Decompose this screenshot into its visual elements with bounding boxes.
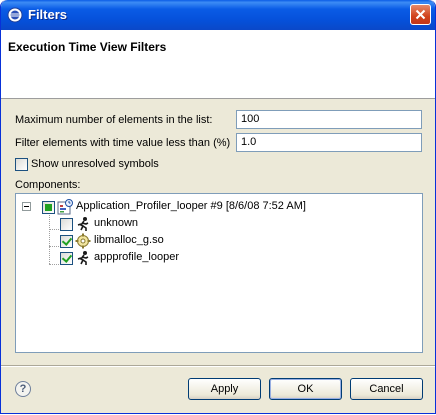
time-filter-label: Filter elements with time value less tha… bbox=[15, 137, 231, 149]
tree-item-checkbox[interactable] bbox=[60, 252, 73, 265]
help-icon[interactable]: ? bbox=[15, 381, 31, 397]
tree-item-checkbox[interactable] bbox=[60, 235, 73, 248]
max-elements-input[interactable]: 100 bbox=[236, 110, 422, 129]
dialog-header: Execution Time View Filters bbox=[1, 30, 435, 99]
tree-root-item[interactable]: Application_Profiler_looper #9 [8/6/08 7… bbox=[16, 199, 416, 215]
tree-item-unknown[interactable]: unknown bbox=[16, 216, 416, 232]
show-unresolved-label[interactable]: Show unresolved symbols bbox=[31, 158, 159, 170]
components-label: Components: bbox=[15, 179, 81, 191]
max-elements-label: Maximum number of elements in the list: bbox=[15, 114, 213, 126]
tree-item-label: libmalloc_g.so bbox=[94, 234, 164, 246]
runner-icon bbox=[77, 251, 89, 265]
runner-icon bbox=[77, 217, 89, 231]
close-button[interactable] bbox=[410, 4, 431, 25]
tree-item-checkbox[interactable] bbox=[60, 218, 73, 231]
tree-item-appprofile-looper[interactable]: appprofile_looper bbox=[16, 250, 416, 266]
tree-item-label: appprofile_looper bbox=[94, 251, 180, 263]
dialog-heading: Execution Time View Filters bbox=[8, 40, 167, 54]
filters-dialog: Filters Execution Time View Filters Maxi… bbox=[0, 0, 436, 414]
close-icon bbox=[415, 9, 426, 20]
tree-item-libmalloc[interactable]: libmalloc_g.so bbox=[16, 233, 416, 249]
tree-root-label: Application_Profiler_looper #9 [8/6/08 7… bbox=[76, 200, 306, 212]
footer-divider-highlight bbox=[1, 366, 435, 367]
eclipse-app-icon bbox=[7, 7, 23, 23]
window-title: Filters bbox=[28, 7, 68, 22]
apply-button[interactable]: Apply bbox=[188, 378, 261, 400]
profiler-session-icon bbox=[57, 199, 73, 215]
title-bar[interactable]: Filters bbox=[1, 0, 435, 30]
cancel-button[interactable]: Cancel bbox=[350, 378, 423, 400]
time-filter-input[interactable]: 1.0 bbox=[236, 133, 422, 152]
tree-root-checkbox[interactable] bbox=[42, 201, 55, 214]
ok-button[interactable]: OK bbox=[269, 378, 342, 400]
show-unresolved-checkbox[interactable] bbox=[15, 158, 28, 171]
tree-item-label: unknown bbox=[94, 217, 139, 229]
gear-icon bbox=[75, 233, 91, 249]
components-tree[interactable]: Application_Profiler_looper #9 [8/6/08 7… bbox=[15, 193, 423, 353]
